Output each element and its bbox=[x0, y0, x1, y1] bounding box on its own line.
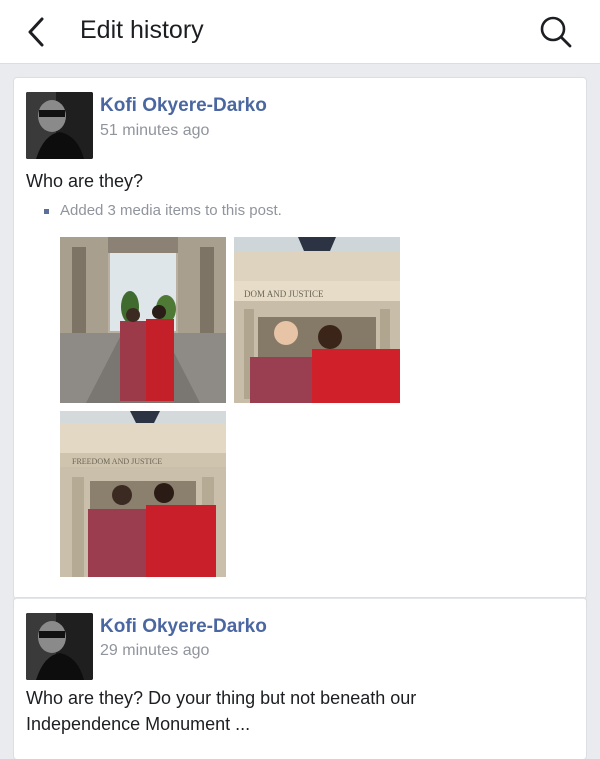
media-item[interactable]: DOM AND JUSTICE bbox=[234, 237, 400, 403]
media-item[interactable]: FREEDOM AND JUSTICE bbox=[60, 411, 226, 577]
photo-arch-walkway bbox=[60, 237, 226, 403]
search-icon bbox=[540, 16, 572, 48]
timestamp[interactable]: 29 minutes ago bbox=[100, 642, 209, 660]
profile-photo bbox=[26, 613, 93, 680]
top-bar: Edit history bbox=[0, 0, 600, 64]
svg-text:FREEDOM AND JUSTICE: FREEDOM AND JUSTICE bbox=[72, 457, 162, 466]
svg-text:DOM AND JUSTICE: DOM AND JUSTICE bbox=[244, 289, 324, 299]
profile-photo bbox=[26, 92, 93, 159]
author-name[interactable]: Kofi Okyere-Darko bbox=[100, 95, 267, 117]
post-text: Who are they? bbox=[26, 171, 144, 191]
revision-card: Kofi Okyere-Darko 29 minutes ago Who are… bbox=[14, 598, 586, 759]
search-button[interactable] bbox=[536, 12, 576, 52]
timestamp[interactable]: 51 minutes ago bbox=[100, 122, 209, 140]
back-button[interactable] bbox=[20, 14, 56, 50]
edit-note: Added 3 media items to this post. bbox=[60, 202, 282, 219]
photo-monument-front: FREEDOM AND JUSTICE bbox=[60, 411, 226, 577]
author-name[interactable]: Kofi Okyere-Darko bbox=[100, 616, 267, 638]
chevron-left-icon bbox=[28, 17, 44, 47]
photo-monument-pose: DOM AND JUSTICE bbox=[234, 237, 400, 403]
avatar[interactable] bbox=[26, 92, 93, 159]
revision-card: Kofi Okyere-Darko 51 minutes ago Who are… bbox=[14, 78, 586, 598]
page-title: Edit history bbox=[80, 16, 204, 44]
media-item[interactable] bbox=[60, 237, 226, 403]
avatar[interactable] bbox=[26, 613, 93, 680]
post-text: Who are they? Do your thing but not bene… bbox=[26, 688, 417, 734]
